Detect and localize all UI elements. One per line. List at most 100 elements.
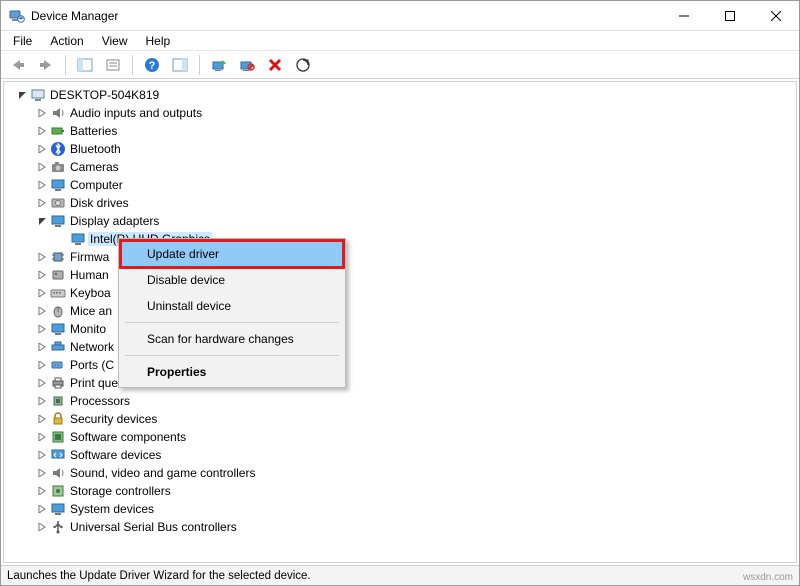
chip-icon: [50, 249, 66, 265]
expand-icon[interactable]: [36, 143, 48, 155]
menu-action[interactable]: Action: [42, 32, 91, 50]
status-text: Launches the Update Driver Wizard for th…: [7, 570, 311, 582]
collapse-icon[interactable]: [16, 89, 28, 101]
expand-icon[interactable]: [36, 467, 48, 479]
bluetooth-icon: [50, 141, 66, 157]
menu-help[interactable]: Help: [138, 32, 179, 50]
menu-file[interactable]: File: [5, 32, 40, 50]
tree-item-disk-drives[interactable]: Disk drives: [36, 194, 796, 212]
expand-icon[interactable]: [36, 305, 48, 317]
expand-icon[interactable]: [36, 179, 48, 191]
tree-item-software-components[interactable]: Software components: [36, 428, 796, 446]
tree-item-cameras[interactable]: Cameras: [36, 158, 796, 176]
mouse-icon: [50, 303, 66, 319]
toolbar-separator: [199, 55, 200, 75]
ctx-disable-device[interactable]: Disable device: [121, 267, 343, 293]
toolbar: ?: [1, 51, 799, 79]
tree-item-storage[interactable]: Storage controllers: [36, 482, 796, 500]
expand-icon[interactable]: [36, 431, 48, 443]
minimize-button[interactable]: [661, 1, 707, 31]
camera-icon: [50, 159, 66, 175]
forward-button[interactable]: [35, 54, 57, 76]
tree-item-computer[interactable]: Computer: [36, 176, 796, 194]
expand-icon[interactable]: [36, 197, 48, 209]
device-tree-pane[interactable]: DESKTOP-504K819 Audio inputs and outputs…: [3, 81, 797, 563]
disk-icon: [50, 195, 66, 211]
component-icon: [50, 429, 66, 445]
display-adapter-icon: [50, 213, 66, 229]
expand-icon[interactable]: [36, 287, 48, 299]
tree-item-security[interactable]: Security devices: [36, 410, 796, 428]
help-button[interactable]: ?: [141, 54, 163, 76]
back-button[interactable]: [7, 54, 29, 76]
software-icon: [50, 447, 66, 463]
expand-icon[interactable]: [36, 251, 48, 263]
ctx-scan-hardware[interactable]: Scan for hardware changes: [121, 326, 343, 352]
ctx-uninstall-device[interactable]: Uninstall device: [121, 293, 343, 319]
close-button[interactable]: [753, 1, 799, 31]
statusbar: Launches the Update Driver Wizard for th…: [1, 565, 799, 585]
expand-icon[interactable]: [36, 107, 48, 119]
update-driver-button[interactable]: [208, 54, 230, 76]
ctx-separator: [125, 322, 339, 323]
expand-icon[interactable]: [36, 161, 48, 173]
expand-icon[interactable]: [36, 485, 48, 497]
display-adapter-icon: [70, 231, 86, 247]
expand-icon[interactable]: [36, 521, 48, 533]
watermark: wsxdn.com: [743, 572, 793, 583]
expand-icon[interactable]: [36, 269, 48, 281]
speaker-icon: [50, 105, 66, 121]
storage-icon: [50, 483, 66, 499]
show-hide-console-tree-button[interactable]: [74, 54, 96, 76]
action-pane-button[interactable]: [169, 54, 191, 76]
expand-icon[interactable]: [36, 125, 48, 137]
ctx-separator: [125, 355, 339, 356]
collapse-icon[interactable]: [36, 215, 48, 227]
tree-item-batteries[interactable]: Batteries: [36, 122, 796, 140]
expand-icon[interactable]: [36, 395, 48, 407]
expand-icon[interactable]: [36, 503, 48, 515]
root-label: DESKTOP-504K819: [48, 88, 161, 102]
keyboard-icon: [50, 285, 66, 301]
properties-button[interactable]: [102, 54, 124, 76]
system-icon: [50, 501, 66, 517]
menubar: File Action View Help: [1, 31, 799, 51]
uninstall-device-button[interactable]: [264, 54, 286, 76]
sound-icon: [50, 465, 66, 481]
svg-text:?: ?: [149, 60, 156, 72]
tree-item-audio[interactable]: Audio inputs and outputs: [36, 104, 796, 122]
expand-icon[interactable]: [36, 449, 48, 461]
tree-item-usb[interactable]: Universal Serial Bus controllers: [36, 518, 796, 536]
tree-item-bluetooth[interactable]: Bluetooth: [36, 140, 796, 158]
tree-item-display-adapters[interactable]: Display adapters: [36, 212, 796, 230]
window-title: Device Manager: [31, 9, 118, 23]
ctx-properties[interactable]: Properties: [121, 359, 343, 385]
lock-icon: [50, 411, 66, 427]
network-icon: [50, 339, 66, 355]
tree-root[interactable]: DESKTOP-504K819: [16, 86, 796, 104]
battery-icon: [50, 123, 66, 139]
expand-icon[interactable]: [36, 359, 48, 371]
toolbar-separator: [132, 55, 133, 75]
device-manager-window: Device Manager File Action View Help: [0, 0, 800, 586]
ctx-update-driver[interactable]: Update driver: [121, 241, 343, 267]
tree-item-processors[interactable]: Processors: [36, 392, 796, 410]
monitor-icon: [50, 321, 66, 337]
expand-icon[interactable]: [36, 377, 48, 389]
menu-view[interactable]: View: [94, 32, 136, 50]
tree-item-system[interactable]: System devices: [36, 500, 796, 518]
tree-item-sound[interactable]: Sound, video and game controllers: [36, 464, 796, 482]
expand-icon[interactable]: [36, 413, 48, 425]
expand-icon[interactable]: [36, 341, 48, 353]
expand-icon[interactable]: [36, 323, 48, 335]
tree-item-software-devices[interactable]: Software devices: [36, 446, 796, 464]
disable-device-button[interactable]: [236, 54, 258, 76]
cpu-icon: [50, 393, 66, 409]
monitor-icon: [50, 177, 66, 193]
scan-hardware-button[interactable]: [292, 54, 314, 76]
toolbar-separator: [65, 55, 66, 75]
maximize-button[interactable]: [707, 1, 753, 31]
port-icon: [50, 357, 66, 373]
hid-icon: [50, 267, 66, 283]
usb-icon: [50, 519, 66, 535]
